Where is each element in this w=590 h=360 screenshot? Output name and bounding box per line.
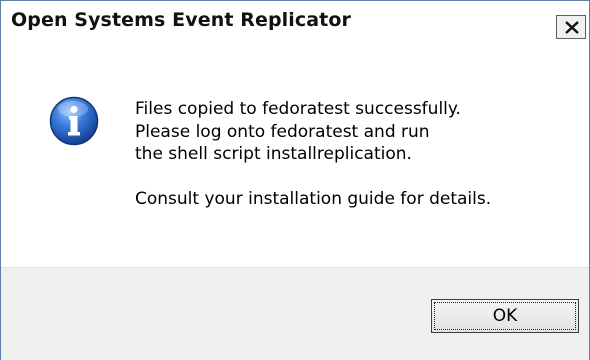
dialog-body: Files copied to fedoratest successfully.… [1, 39, 589, 267]
info-icon [49, 96, 99, 146]
message-text: Files copied to fedoratest successfully.… [135, 98, 491, 211]
message-note: Consult your installation guide for deta… [135, 189, 492, 209]
message-line: Please log onto fedoratest and run [135, 121, 430, 142]
close-icon [565, 21, 579, 34]
ok-button-label: OK [492, 306, 518, 326]
title-bar[interactable]: Open Systems Event Replicator [1, 1, 589, 39]
close-button[interactable] [556, 15, 586, 39]
message-dialog: Open Systems Event Replicator Files copi… [0, 0, 590, 360]
dialog-title: Open Systems Event Replicator [11, 9, 351, 31]
message-spacer [135, 166, 491, 189]
message-line: the shell script installreplication. [135, 144, 412, 164]
message-line: Files copied to fedoratest successfully. [135, 99, 461, 119]
focus-rectangle: OK [434, 302, 576, 330]
ok-button[interactable]: OK [431, 299, 579, 333]
button-area: OK [1, 267, 589, 360]
